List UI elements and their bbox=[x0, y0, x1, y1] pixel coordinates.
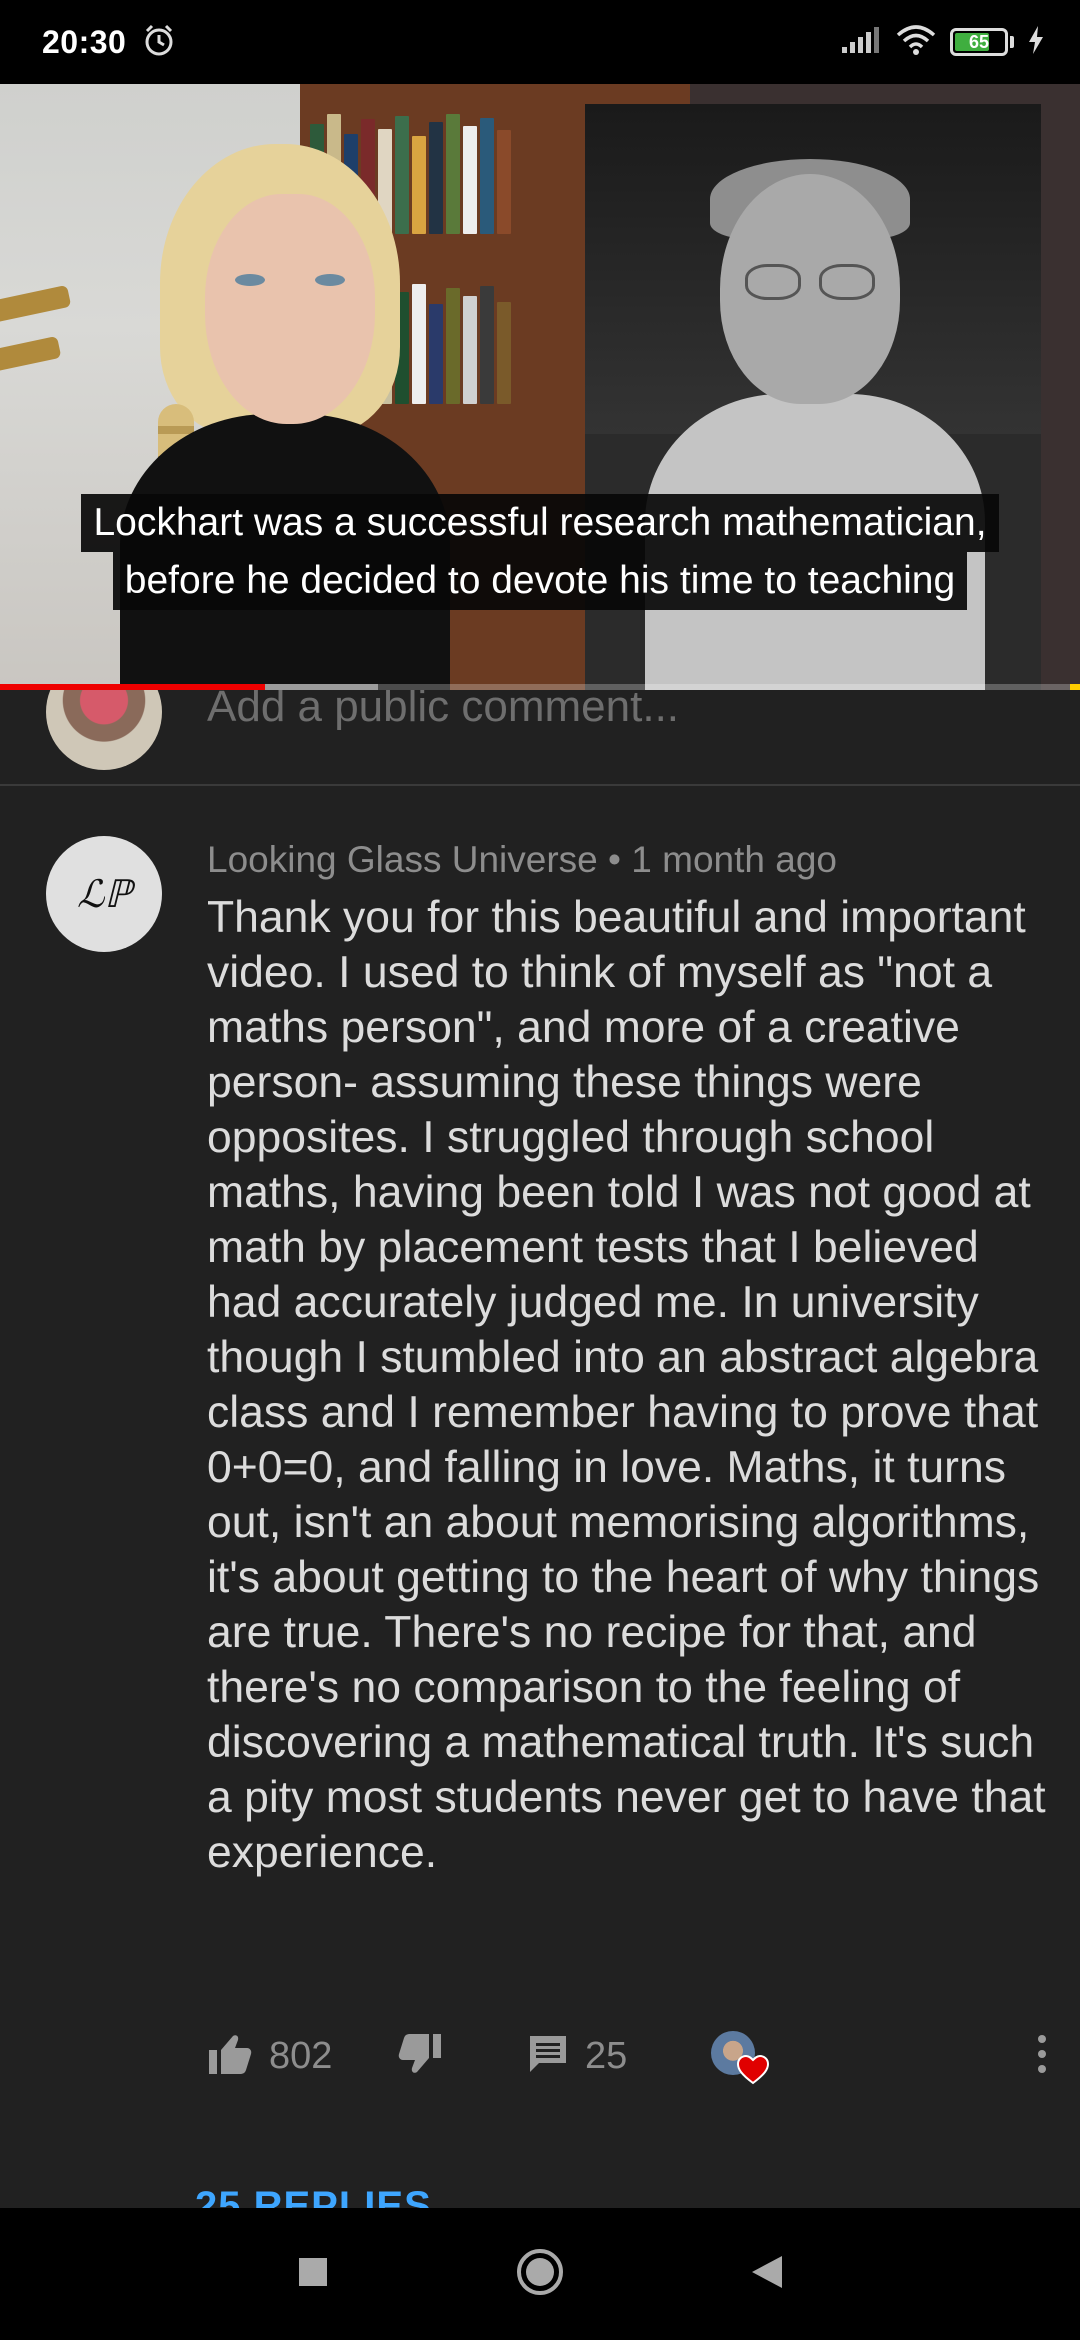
thumbs-down-icon bbox=[397, 2032, 443, 2081]
more-vert-icon bbox=[1037, 2034, 1047, 2079]
dislike-button[interactable] bbox=[397, 2026, 527, 2086]
status-bar: 20:30 65 bbox=[0, 0, 1080, 84]
battery-tip bbox=[1010, 36, 1014, 48]
status-right: 65 bbox=[840, 24, 1044, 61]
creator-heart-badge bbox=[711, 2031, 770, 2085]
my-avatar bbox=[46, 690, 162, 770]
thumbs-up-icon bbox=[207, 2032, 253, 2081]
comment-author-avatar[interactable]: ℒℙ bbox=[46, 836, 162, 952]
like-button[interactable]: 802 bbox=[207, 2026, 397, 2086]
host-face bbox=[205, 194, 375, 424]
host-eye bbox=[315, 274, 345, 286]
wifi-icon bbox=[896, 24, 936, 61]
comment-text: Thank you for this beautiful and importa… bbox=[207, 893, 1046, 1877]
back-icon bbox=[750, 2254, 784, 2295]
comment-meta: Looking Glass Universe • 1 month ago bbox=[207, 836, 837, 884]
reply-button[interactable]: 25 bbox=[527, 2026, 711, 2086]
signal-icon bbox=[840, 25, 882, 60]
heart-icon bbox=[736, 2054, 770, 2090]
comment-actions: 802 25 bbox=[207, 2026, 1057, 2086]
video-player[interactable]: Lockhart was a successful research mathe… bbox=[0, 84, 1080, 690]
home-icon bbox=[515, 2247, 565, 2302]
comment-thread: ℒℙ Looking Glass Universe • 1 month ago … bbox=[0, 786, 1080, 2206]
meta-separator: • bbox=[608, 839, 621, 880]
comment-time: 1 month ago bbox=[631, 839, 837, 880]
more-options-button[interactable] bbox=[1027, 2026, 1057, 2086]
youtube-comments-screen: 20:30 65 Lockhart was a successful resea… bbox=[0, 0, 1080, 2340]
caption-line: Lockhart was a successful research mathe… bbox=[81, 494, 999, 552]
host-eye bbox=[235, 274, 265, 286]
view-replies-link[interactable]: 25 REPLIES bbox=[195, 2186, 432, 2208]
video-captions: Lockhart was a successful research mathe… bbox=[0, 494, 1080, 610]
like-count: 802 bbox=[269, 2034, 333, 2077]
recents-button[interactable] bbox=[273, 2234, 353, 2314]
status-time: 20:30 bbox=[42, 23, 127, 60]
system-navigation-bar bbox=[0, 2208, 1080, 2340]
alarm-icon bbox=[142, 23, 176, 62]
home-button[interactable] bbox=[500, 2234, 580, 2314]
add-comment-row[interactable]: Add a public comment... bbox=[0, 690, 1080, 786]
add-comment-input[interactable]: Add a public comment... bbox=[207, 690, 679, 729]
view-replies-label: 25 REPLIES bbox=[195, 2186, 432, 2208]
battery-text: 65 bbox=[968, 31, 990, 52]
caption-line: before he decided to devote his time to … bbox=[112, 552, 968, 610]
charging-icon bbox=[1028, 25, 1044, 59]
back-button[interactable] bbox=[727, 2234, 807, 2314]
reply-count: 25 bbox=[585, 2034, 628, 2077]
battery-icon: 65 bbox=[950, 28, 1008, 56]
status-left: 20:30 bbox=[42, 23, 176, 62]
recents-icon bbox=[297, 2256, 329, 2293]
telescope bbox=[0, 274, 80, 424]
comment-icon bbox=[527, 2033, 569, 2080]
inset-person-glasses bbox=[745, 264, 875, 300]
comment-author[interactable]: Looking Glass Universe bbox=[207, 839, 598, 880]
